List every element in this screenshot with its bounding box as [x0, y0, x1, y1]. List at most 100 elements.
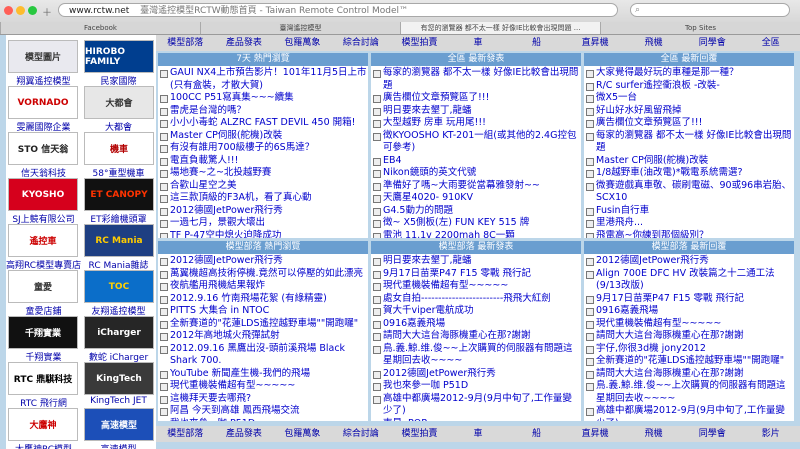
- post-link[interactable]: 萬翼機超高技術停機.竟然可以停壓的如此漂亮: [158, 268, 368, 281]
- post-link[interactable]: 徵KYOOSHO KT-201一組(或其他的2.4G控包可參考): [371, 130, 581, 155]
- post-link[interactable]: 宇仔,你很3d機 jony2012: [584, 343, 794, 356]
- post-link[interactable]: 準備好了嗎~大雨要從當幕雅發射~~: [371, 180, 581, 193]
- tab-forum-post[interactable]: 有您的瀏覽器 都不太一樣 好像IE比較會出現問題 ...: [400, 22, 600, 34]
- post-link[interactable]: 雷虎是台灣的嗎？: [158, 105, 368, 118]
- nav-link[interactable]: 模型部落: [156, 35, 215, 51]
- close-window-icon[interactable]: [4, 6, 13, 15]
- post-link[interactable]: 一過七月，景觀大壞出: [158, 217, 368, 230]
- post-link[interactable]: 阿昌 今天到高雄 鳳西飛場交流: [158, 405, 368, 418]
- post-link[interactable]: YouTube 新聞產生機-我們的飛場: [158, 368, 368, 381]
- post-link[interactable]: 9月17日苗栗P47 F15 零戰 飛行記: [371, 268, 581, 281]
- post-link[interactable]: 現代重機裝備超有型~~~~~: [158, 380, 368, 393]
- post-link[interactable]: 南星..POR: [371, 418, 581, 421]
- sponsor-logo[interactable]: KYOSHO: [8, 178, 78, 211]
- post-link[interactable]: Fusin自行車: [584, 205, 794, 218]
- nav-link[interactable]: 產品發表: [215, 426, 274, 442]
- post-link[interactable]: 現代重機裝備超有型~~~~~: [584, 318, 794, 331]
- sponsor-logo[interactable]: 機車: [84, 132, 154, 165]
- post-link[interactable]: 高雄中都廣場2012-9月(9月中旬了,工作量變少了): [584, 405, 794, 421]
- post-link[interactable]: 這三款頂級的F3A机，看了真心動: [158, 192, 368, 205]
- post-link[interactable]: 2012德國JetPower飛行秀: [584, 255, 794, 268]
- sponsor-logo[interactable]: RC Mania: [84, 224, 154, 257]
- post-link[interactable]: 大型越野 房車 玩用尾!!!: [371, 117, 581, 130]
- post-link[interactable]: R/C surfer遙控衝浪板 -改裝-: [584, 80, 794, 93]
- nav-link[interactable]: 包羅萬象: [273, 426, 332, 442]
- tab-rctw[interactable]: 臺灣遙控模型: [200, 22, 400, 34]
- post-link[interactable]: 我也來參一咖 P51D: [371, 380, 581, 393]
- sponsor-logo[interactable]: VORNADO: [8, 86, 78, 119]
- sponsor-caption[interactable]: 高速模型: [81, 442, 156, 449]
- post-link[interactable]: 鳥.義.鯨.维.俊~~上次購買的伺服器有問題這星期回去收~~~~: [584, 380, 794, 405]
- post-link[interactable]: 大家覺得最好玩的車種是那一種？: [584, 67, 794, 80]
- address-bar[interactable]: www.rctw.net 臺灣遙控模型RCTW動態首頁 - Taiwan Rem…: [58, 3, 618, 17]
- nav-link[interactable]: 車: [449, 35, 508, 51]
- post-link[interactable]: 2012德國JetPower飛行秀: [371, 368, 581, 381]
- post-link[interactable]: 賀大千viper電航成功: [371, 305, 581, 318]
- post-link[interactable]: 2012.09.16 黑鷹出沒-頭前溪飛場 Black Shark 700.: [158, 343, 368, 368]
- nav-link[interactable]: 船: [507, 35, 566, 51]
- post-link[interactable]: 0916嘉義飛場: [371, 318, 581, 331]
- nav-link[interactable]: 包羅萬象: [273, 35, 332, 51]
- post-link[interactable]: 全新賽道的"花蓮LDS遙控越野車場""開跑囉": [158, 318, 368, 331]
- post-link[interactable]: 好山好水好風留飛掉: [584, 105, 794, 118]
- sponsor-logo[interactable]: KingTech: [84, 362, 154, 395]
- post-link[interactable]: 請問大大這台海豚機重心在那?謝謝: [584, 330, 794, 343]
- post-link[interactable]: 有沒有誰用700級樓子的6S馬達？: [158, 142, 368, 155]
- post-link[interactable]: 處女自拍------------------------飛飛大紅劍: [371, 293, 581, 306]
- post-link[interactable]: 天鷹星4020- 910KV: [371, 192, 581, 205]
- post-link[interactable]: 2012.9.16 竹南飛場花絮 (有綠精靈): [158, 293, 368, 306]
- post-link[interactable]: 我也來參一咖 P51D: [158, 418, 368, 421]
- post-link[interactable]: 電直負載驚人!!!: [158, 155, 368, 168]
- nav-link[interactable]: 同學會: [683, 35, 742, 51]
- nav-link[interactable]: 產品發表: [215, 35, 274, 51]
- post-link[interactable]: EB4: [371, 155, 581, 168]
- post-link[interactable]: PITTS 大集合 in NTOC: [158, 305, 368, 318]
- post-link[interactable]: 廣告欄位文章預覽區了!!!: [371, 92, 581, 105]
- post-link[interactable]: 明日要來去墾丁,龍蟠: [371, 105, 581, 118]
- sponsor-logo[interactable]: RTC 鼎騏科技: [8, 362, 78, 395]
- tab-top-sites[interactable]: Top Sites: [600, 22, 800, 34]
- zoom-window-icon[interactable]: [28, 6, 37, 15]
- post-link[interactable]: 2012德國JetPower飛行秀: [158, 255, 368, 268]
- nav-link[interactable]: 模型部落: [156, 426, 215, 442]
- post-link[interactable]: 高雄中都廣場2012-9月(9月中旬了,工作量變少了): [371, 393, 581, 418]
- nav-link[interactable]: 直昇機: [566, 35, 625, 51]
- nav-link[interactable]: 全區: [741, 35, 800, 51]
- sponsor-logo[interactable]: 模型圖片: [8, 40, 78, 73]
- post-link[interactable]: 小小小毒蛇 ALZRC FAST DEVIL 450 開箱!: [158, 117, 368, 130]
- sponsor-logo[interactable]: 大都會: [84, 86, 154, 119]
- post-link[interactable]: Master CP伺服(舵機)改裝: [584, 155, 794, 168]
- add-tab-icon[interactable]: ＋: [42, 4, 52, 19]
- post-link[interactable]: 每家的瀏覽器 都不太一樣 好像IE比較會出現問題: [371, 67, 581, 92]
- post-link[interactable]: 里港飛舟...: [584, 217, 794, 230]
- post-link[interactable]: 0916嘉義飛場: [584, 305, 794, 318]
- sponsor-logo[interactable]: 遙控車: [8, 224, 78, 257]
- tab-facebook[interactable]: Facebook: [0, 22, 200, 34]
- sponsor-logo[interactable]: 高速模型: [84, 408, 154, 441]
- sponsor-logo[interactable]: 童愛: [8, 270, 78, 303]
- post-link[interactable]: 電池 11.1v 2200mah 8C一顆: [371, 230, 581, 238]
- sponsor-logo[interactable]: iCharger: [84, 316, 154, 349]
- post-link[interactable]: 9月17日苗栗P47 F15 零戰 飛行記: [584, 293, 794, 306]
- post-link[interactable]: 請問大大這台海豚機重心在那?謝謝: [371, 330, 581, 343]
- post-link[interactable]: 2012年高地城火飛彈試射: [158, 330, 368, 343]
- post-link[interactable]: 全新賽道的"花蓮LDS遙控越野車場""開跑囉": [584, 355, 794, 368]
- post-link[interactable]: 這機拜天要去哪飛?: [158, 393, 368, 406]
- minimize-window-icon[interactable]: [16, 6, 25, 15]
- post-link[interactable]: 1/8越野車(油改電)*戰電系統需選?: [584, 167, 794, 180]
- sponsor-logo[interactable]: TOC: [84, 270, 154, 303]
- post-link[interactable]: Align 700E DFC HV 改裝篇之十二通工法 (9/13改版): [584, 268, 794, 293]
- post-link[interactable]: 合歡山星空之美: [158, 180, 368, 193]
- search-field[interactable]: ⌕: [630, 3, 790, 17]
- nav-link[interactable]: 同學會: [683, 426, 742, 442]
- post-link[interactable]: 微X5一台: [584, 92, 794, 105]
- nav-link[interactable]: 影片: [741, 426, 800, 442]
- post-link[interactable]: 2012德國JetPower飛行秀: [158, 205, 368, 218]
- post-link[interactable]: 請問大大這台海豚機重心在那?謝謝: [584, 368, 794, 381]
- post-link[interactable]: 廣告欄位文章預覽區了!!!: [584, 117, 794, 130]
- post-link[interactable]: 徵~ X5側板(左) FUN KEY 515 牌: [371, 217, 581, 230]
- nav-link[interactable]: 車: [449, 426, 508, 442]
- sponsor-logo[interactable]: STO 信天翁: [8, 132, 78, 165]
- nav-link[interactable]: 直昇機: [566, 426, 625, 442]
- sponsor-logo[interactable]: HIROBO FAMILY: [84, 40, 154, 73]
